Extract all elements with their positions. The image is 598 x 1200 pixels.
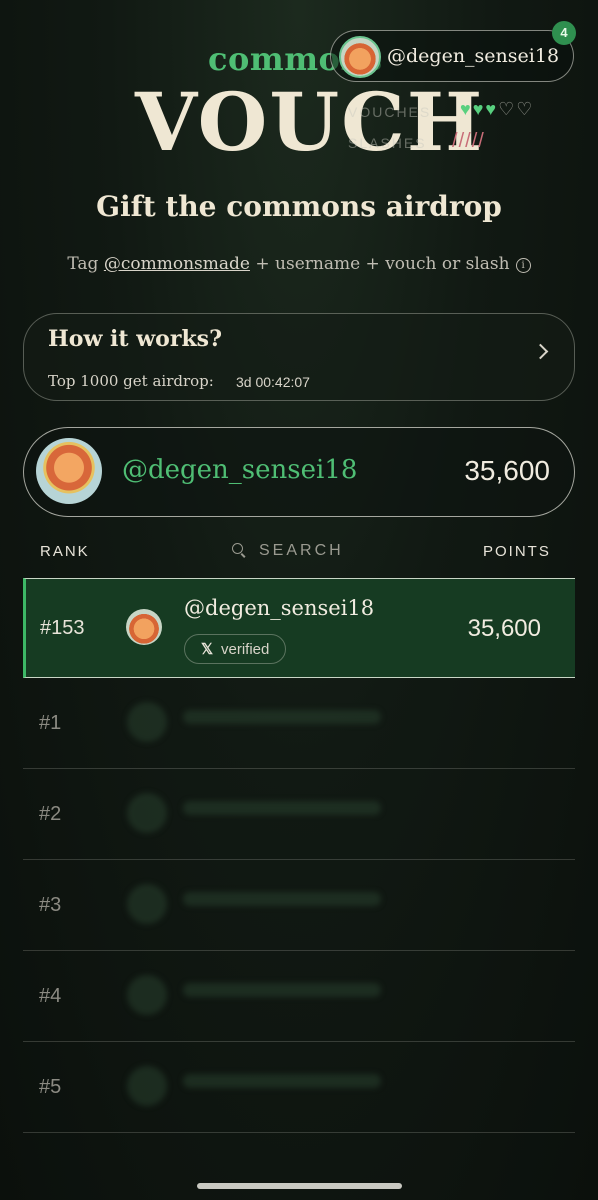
points-column-header: POINTS [483,543,551,560]
heart-filled-icon: ♥ [485,99,499,119]
row-rank: #3 [39,894,62,916]
home-indicator[interactable] [197,1183,402,1189]
avatar-placeholder [127,975,167,1015]
avatar-placeholder [127,884,167,924]
leaderboard-row[interactable]: #5 [23,1042,575,1132]
my-points-card[interactable]: @degen_sensei18 35,600 [23,427,575,517]
avatar-placeholder [127,793,167,833]
search-icon [232,543,243,554]
avatar-placeholder [127,702,167,742]
heart-empty-icon: ♡ [498,99,517,119]
airdrop-subtitle: Top 1000 get airdrop: [48,372,214,390]
avatar [126,609,162,645]
verified-badge: 𝕏 verified [184,634,286,664]
info-icon[interactable]: i [515,258,531,273]
search-label: SEARCH [259,542,344,559]
leaderboard-row[interactable]: #3 [23,860,575,950]
slashes-label: SLASHES [348,135,427,151]
rank-column-header: RANK [40,543,90,560]
leaderboard-row[interactable]: #1 [23,678,575,768]
handle-placeholder [183,983,381,997]
tagline-suffix: + username + vouch or slash [249,254,510,274]
my-handle: @degen_sensei18 [122,455,358,485]
slashes-marks: ///// [452,130,485,153]
user-account-pill[interactable]: @degen_sensei18 [330,30,574,82]
row-rank: #1 [39,712,62,734]
row-rank: #5 [39,1076,62,1098]
avatar-placeholder [127,1066,167,1106]
my-leaderboard-row[interactable]: #153 @degen_sensei18 𝕏 verified 35,600 [23,578,575,678]
how-it-works-title: How it works? [48,326,222,352]
heart-filled-icon: ♥ [472,99,486,119]
notification-badge[interactable]: 4 [552,21,576,45]
row-rank: #2 [39,803,62,825]
heart-filled-icon: ♥ [460,99,473,119]
tagline-prefix: Tag [67,254,104,274]
vouches-label: VOUCHES [348,104,432,120]
avatar [339,36,381,78]
vouch-app: commons VOUCH @degen_sensei18 4 VOUCHES … [0,0,598,1200]
verified-label: verified [221,641,270,658]
commonsmade-link[interactable]: @commonsmade [104,254,250,274]
app-title: VOUCH [135,75,485,169]
x-logo-icon: 𝕏 [201,641,214,658]
leaderboard-row[interactable]: #2 [23,769,575,859]
chevron-right-icon [532,343,549,360]
row-handle: @degen_sensei18 [184,596,375,620]
vouches-hearts: ♥♥♥♡♡ [460,99,534,120]
row-divider [23,1132,575,1133]
how-it-works-card[interactable]: How it works? Top 1000 get airdrop: 3d 0… [23,313,575,401]
handle-placeholder [183,892,381,906]
handle-placeholder [183,710,381,724]
row-rank: #4 [39,985,62,1007]
heart-empty-icon: ♡ [516,99,535,119]
leaderboard-row[interactable]: #4 [23,951,575,1041]
slash-icon: / [478,130,485,152]
row-rank: #153 [40,617,85,639]
tagline: Tag @commonsmade + username + vouch or s… [0,254,598,274]
user-handle: @degen_sensei18 [387,45,560,67]
row-points: 35,600 [467,615,541,642]
my-points: 35,600 [464,455,550,486]
airdrop-countdown: 3d 00:42:07 [236,374,310,390]
avatar [36,438,102,504]
page-headline: Gift the commons airdrop [96,190,502,223]
handle-placeholder [183,1074,381,1088]
handle-placeholder [183,801,381,815]
